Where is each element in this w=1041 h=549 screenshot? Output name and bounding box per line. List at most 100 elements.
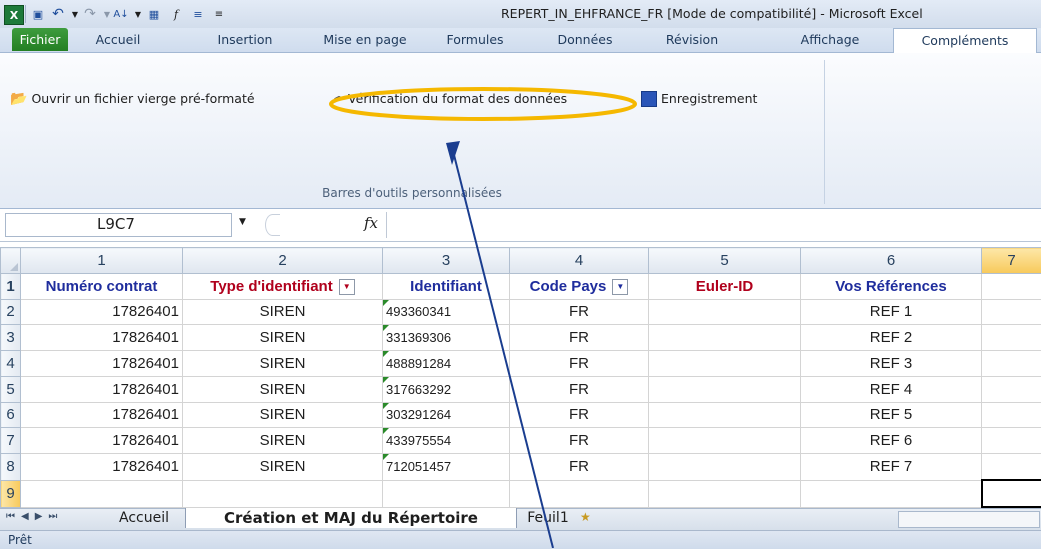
undo-dropdown-icon[interactable]: ▼	[67, 6, 83, 22]
cell[interactable]	[982, 428, 1041, 454]
row-header[interactable]: 7	[1, 428, 21, 454]
row-header[interactable]: 2	[1, 299, 21, 325]
cell[interactable]: 17826401	[21, 402, 183, 428]
active-cell[interactable]	[982, 480, 1041, 507]
sheet-tab-feuil1[interactable]: Feuil1	[520, 508, 576, 528]
formula-bar-splitter[interactable]	[265, 214, 280, 236]
cell[interactable]: 17826401	[21, 454, 183, 480]
header-cell-country[interactable]: Code Pays▼	[510, 273, 649, 299]
sheet-tab-repertoire[interactable]: Création et MAJ du Répertoire	[185, 508, 517, 528]
cell[interactable]: FR	[510, 325, 649, 351]
cell[interactable]	[21, 480, 183, 507]
column-header[interactable]: 3	[383, 248, 510, 274]
filter-dropdown-icon[interactable]: ▼	[612, 279, 628, 295]
verify-format-button[interactable]: ◂▸ Vérification du format des données	[334, 89, 567, 109]
cell[interactable]: REF 2	[801, 325, 982, 351]
cell[interactable]: 493360341	[383, 299, 510, 325]
column-header[interactable]: 2	[183, 248, 383, 274]
tab-formulas[interactable]: Formules	[435, 28, 515, 51]
cell[interactable]	[649, 454, 801, 480]
tab-insert[interactable]: Insertion	[205, 28, 285, 51]
cell[interactable]	[510, 480, 649, 507]
insert-sheet-icon[interactable]: ★	[580, 510, 591, 524]
cell[interactable]	[982, 376, 1041, 402]
cell[interactable]: 17826401	[21, 325, 183, 351]
sheet-nav-icons[interactable]: ⏮◀▶⏭	[6, 511, 63, 522]
cell[interactable]	[649, 325, 801, 351]
save-icon[interactable]: ▣	[30, 6, 46, 22]
tab-addins[interactable]: Compléments	[893, 28, 1037, 53]
cell[interactable]: 17826401	[21, 376, 183, 402]
formula-input[interactable]	[392, 213, 1032, 237]
save-record-button[interactable]: Enregistrement	[641, 89, 757, 109]
cell[interactable]	[982, 299, 1041, 325]
tab-home[interactable]: Accueil	[92, 28, 144, 51]
cell[interactable]	[649, 402, 801, 428]
excel-logo-icon[interactable]: X	[4, 5, 24, 25]
sort-dropdown-icon[interactable]: ▼	[130, 6, 146, 22]
row-header[interactable]: 3	[1, 325, 21, 351]
redo-icon[interactable]: ↷	[82, 6, 98, 22]
cell[interactable]: REF 5	[801, 402, 982, 428]
cell[interactable]: REF 1	[801, 299, 982, 325]
tab-view[interactable]: Affichage	[786, 28, 874, 51]
cell[interactable]: REF 3	[801, 351, 982, 377]
row-header[interactable]: 9	[1, 480, 21, 507]
cell[interactable]: REF 6	[801, 428, 982, 454]
cell[interactable]: 303291264	[383, 402, 510, 428]
cell[interactable]	[982, 325, 1041, 351]
cell[interactable]: FR	[510, 454, 649, 480]
column-header[interactable]: 6	[801, 248, 982, 274]
cell[interactable]: FR	[510, 351, 649, 377]
tab-review[interactable]: Révision	[654, 28, 730, 51]
cell[interactable]: 17826401	[21, 299, 183, 325]
header-cell-identifier[interactable]: Identifiant	[383, 273, 510, 299]
cell[interactable]: SIREN	[183, 454, 383, 480]
cell[interactable]: 17826401	[21, 351, 183, 377]
tab-page-layout[interactable]: Mise en page	[317, 28, 413, 51]
row-header[interactable]: 6	[1, 402, 21, 428]
row-header[interactable]: 8	[1, 454, 21, 480]
cell[interactable]: SIREN	[183, 299, 383, 325]
header-cell-euler-id[interactable]: Euler-ID	[649, 273, 801, 299]
name-box-dropdown-icon[interactable]: ▼	[239, 217, 246, 227]
cell[interactable]: 317663292	[383, 376, 510, 402]
horizontal-scrollbar[interactable]	[898, 511, 1040, 528]
row-header[interactable]: 1	[1, 273, 21, 299]
insert-function-icon[interactable]: fx	[364, 214, 378, 232]
cell[interactable]: SIREN	[183, 428, 383, 454]
cell[interactable]: 712051457	[383, 454, 510, 480]
cell[interactable]	[649, 376, 801, 402]
filter-dropdown-icon[interactable]: ▼	[339, 279, 355, 295]
cell[interactable]: 488891284	[383, 351, 510, 377]
cell[interactable]	[649, 299, 801, 325]
sheet-tab-accueil[interactable]: Accueil	[108, 508, 180, 528]
open-template-button[interactable]: 📂 Ouvrir un fichier vierge pré-formaté	[10, 89, 255, 109]
customize-qat-icon[interactable]: ≡	[211, 6, 227, 22]
header-cell-id-type[interactable]: Type d'identifiant▼	[183, 273, 383, 299]
select-all-corner[interactable]	[1, 248, 21, 274]
column-header[interactable]: 1	[21, 248, 183, 274]
form-icon[interactable]: ▦	[146, 6, 162, 22]
cell[interactable]	[982, 402, 1041, 428]
cell[interactable]	[982, 273, 1041, 299]
cell[interactable]: REF 7	[801, 454, 982, 480]
cell[interactable]: SIREN	[183, 376, 383, 402]
column-header[interactable]: 5	[649, 248, 801, 274]
cell[interactable]	[649, 428, 801, 454]
cell[interactable]	[649, 480, 801, 507]
tab-file[interactable]: Fichier	[12, 28, 68, 51]
cell[interactable]	[183, 480, 383, 507]
cell[interactable]: REF 4	[801, 376, 982, 402]
cell[interactable]: SIREN	[183, 325, 383, 351]
sort-icon[interactable]: A↓	[113, 6, 129, 22]
cell[interactable]: SIREN	[183, 351, 383, 377]
cell[interactable]	[801, 480, 982, 507]
column-header[interactable]: 7	[982, 248, 1041, 274]
cell[interactable]	[383, 480, 510, 507]
cell[interactable]	[982, 351, 1041, 377]
cell[interactable]: 17826401	[21, 428, 183, 454]
cell[interactable]	[649, 351, 801, 377]
cell[interactable]: 331369306	[383, 325, 510, 351]
header-cell-contract[interactable]: Numéro contrat	[21, 273, 183, 299]
